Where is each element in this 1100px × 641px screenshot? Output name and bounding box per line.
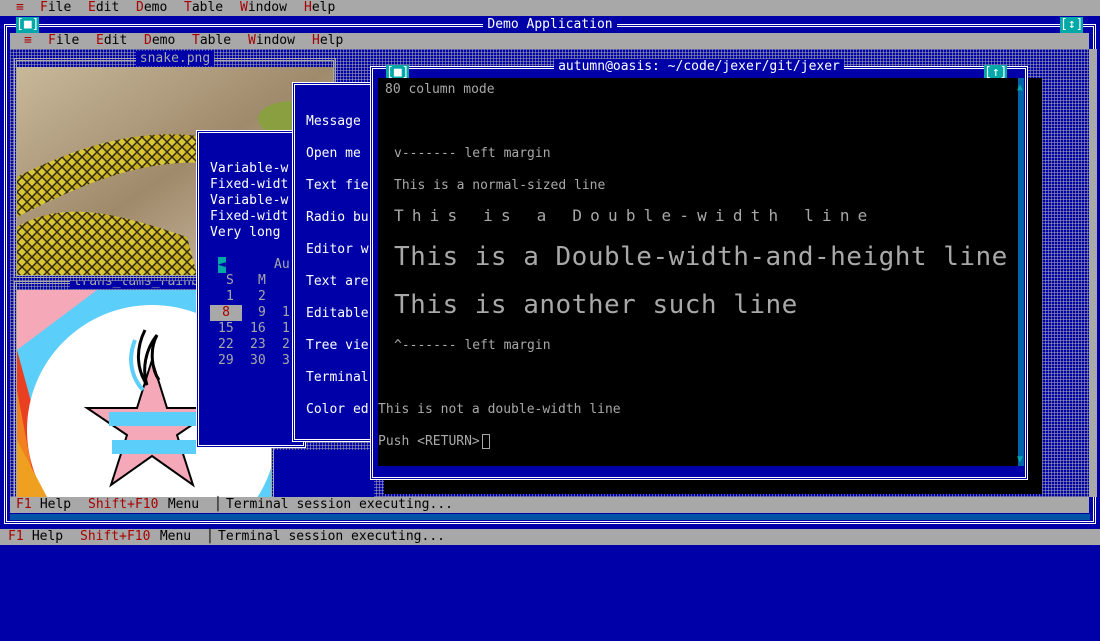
demo-item-tree-view[interactable]: Tree vie — [306, 338, 369, 354]
inner-menu-demo[interactable]: Demo — [144, 33, 175, 49]
system-menu-icon[interactable]: ≡ — [16, 0, 24, 16]
scroll-down-icon[interactable]: ▼ — [1017, 452, 1023, 468]
calendar-day[interactable]: 22 — [218, 337, 234, 353]
demo-item-color-editor[interactable]: Color ed — [306, 402, 369, 418]
term-not-double: This is not a double-width line — [378, 402, 621, 417]
text-line-1: Variable-w — [210, 161, 289, 176]
demo-item-message[interactable]: Message — [306, 114, 361, 130]
terminal-shadow — [1028, 78, 1042, 494]
demo-item-editor[interactable]: Editor w — [306, 242, 369, 258]
inner-status-message: Terminal session executing... — [226, 497, 453, 512]
calendar-month: Au — [274, 257, 290, 272]
term-left-margin-bottom: ^------- left margin — [394, 338, 551, 353]
menu-window[interactable]: Window — [240, 0, 287, 16]
terminal-title: autumn@oasis: ~/code/jexer/git/jexer — [554, 59, 844, 74]
term-left-margin-top: v------- left margin — [394, 146, 551, 161]
inner-menubar: ≡ File Edit Demo Table Window Help — [10, 33, 1089, 49]
outer-status-message: Terminal session executing... — [218, 529, 445, 544]
inner-menu-table[interactable]: Table — [192, 33, 231, 49]
term-cursor — [482, 434, 490, 449]
calendar-day[interactable]: 1 — [282, 305, 290, 321]
demo-item-open-me[interactable]: Open me — [306, 146, 361, 162]
calendar-day[interactable]: 3 — [282, 353, 290, 369]
calendar-day[interactable]: 23 — [250, 337, 266, 353]
inner-statusbar: F1 Help Shift+F10 Menu │ Terminal sessio… — [10, 497, 1089, 513]
calendar-day[interactable]: 1 — [282, 321, 290, 337]
close-button[interactable]: [■] — [16, 17, 40, 33]
inner-menu-window[interactable]: Window — [248, 33, 295, 49]
menu-file[interactable]: File — [40, 0, 71, 16]
inner-menu-file[interactable]: File — [48, 33, 79, 49]
demo-item-editable[interactable]: Editable — [306, 306, 369, 322]
menu-demo[interactable]: Demo — [136, 0, 167, 16]
menu-table[interactable]: Table — [184, 0, 223, 16]
inner-shift-f10-key[interactable]: Shift+F10 — [88, 497, 158, 513]
inner-f1-label: Help — [32, 497, 72, 512]
text-line-4: Fixed-widt — [210, 209, 289, 224]
maximize-button[interactable]: [↕] — [1060, 17, 1084, 33]
text-line-2: Fixed-widt — [210, 177, 289, 192]
calendar-header-mon: M — [258, 273, 266, 288]
term-normal-line: This is a normal-sized line — [394, 178, 606, 193]
term-push-return: Push <RETURN> — [378, 434, 480, 449]
inner-status-separator: │ — [214, 497, 222, 512]
calendar-day[interactable]: 1 — [226, 289, 234, 305]
calendar-prev-button[interactable]: ◄ — [218, 257, 226, 273]
outer-horizontal-scrollbar[interactable] — [10, 514, 1090, 520]
term-another-line: This is another such line — [394, 290, 798, 320]
text-line-5: Very long — [210, 225, 281, 240]
demo-item-terminal[interactable]: Terminal — [306, 370, 369, 386]
calendar-header-sun: S — [226, 273, 234, 288]
outer-statusbar: F1 Help Shift+F10 Menu │ Terminal sessio… — [0, 529, 1100, 545]
snake-window-title: snake.png — [135, 51, 215, 66]
window-title: Demo Application — [483, 17, 617, 32]
calendar-day[interactable]: 16 — [250, 321, 266, 337]
demo-item-text-area[interactable]: Text are — [306, 274, 369, 290]
text-line-3: Variable-w — [210, 193, 289, 208]
demo-item-radio-button[interactable]: Radio bu — [306, 210, 369, 226]
inner-f1-key[interactable]: F1 — [16, 497, 32, 513]
scroll-up-icon[interactable]: ▲ — [1017, 80, 1023, 96]
terminal-screen[interactable]: 80 column mode v------- left margin This… — [378, 78, 1018, 466]
menu-help[interactable]: Help — [304, 0, 335, 16]
calendar-day[interactable]: 29 — [218, 353, 234, 369]
outer-menubar: ≡ File Edit Demo Table Window Help — [0, 0, 1100, 16]
hidden-window-edge — [274, 450, 374, 497]
term-line-mode: 80 column mode — [385, 82, 495, 97]
outer-f1-label: Help — [24, 529, 64, 544]
demo-menu-window: Message Open me Text fie Radio bu Editor… — [292, 82, 378, 442]
outer-shift-f10-label: Menu — [152, 529, 192, 544]
terminal-scrollbar[interactable] — [1018, 78, 1024, 466]
outer-status-separator: │ — [206, 529, 214, 544]
term-double-width: This is a Double-width line — [394, 206, 876, 225]
menu-edit[interactable]: Edit — [88, 0, 119, 16]
calendar-day[interactable]: 2 — [258, 289, 266, 305]
inner-system-menu-icon[interactable]: ≡ — [24, 33, 32, 49]
calendar-day[interactable]: 30 — [250, 353, 266, 369]
terminal-window: autumn@oasis: ~/code/jexer/git/jexer [■]… — [370, 59, 1028, 480]
calendar-day[interactable]: 9 — [258, 305, 266, 321]
calendar-day[interactable]: 15 — [218, 321, 234, 337]
inner-shift-f10-label: Menu — [160, 497, 200, 512]
text-window: Variable-w Fixed-widt Variable-w Fixed-w… — [196, 130, 306, 448]
outer-shift-f10-key[interactable]: Shift+F10 — [80, 529, 150, 545]
outer-f1-key[interactable]: F1 — [8, 529, 24, 545]
inner-menu-edit[interactable]: Edit — [96, 33, 127, 49]
inner-menu-help[interactable]: Help — [312, 33, 343, 49]
term-double-width-height: This is a Double-width-and-height line — [394, 242, 1008, 272]
demo-item-text-field[interactable]: Text fie — [306, 178, 369, 194]
outer-scrollbar[interactable] — [1089, 49, 1097, 497]
terminal-shadow-bottom — [384, 480, 1042, 494]
calendar-day[interactable]: 2 — [282, 337, 290, 353]
calendar-day-selected[interactable]: 8 — [210, 305, 242, 321]
